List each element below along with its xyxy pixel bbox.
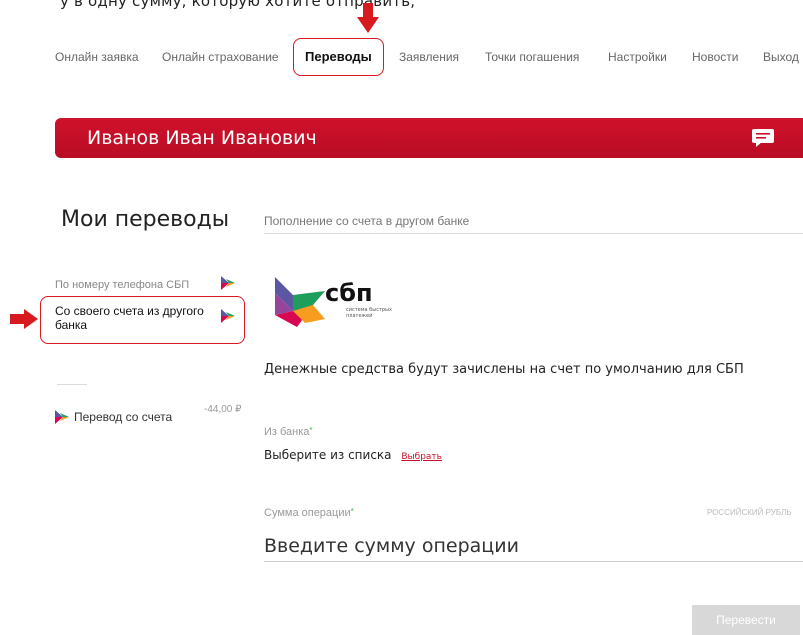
arrow-down-icon bbox=[357, 3, 379, 33]
sbp-icon bbox=[55, 410, 69, 424]
sbp-logo-sub2: платежей bbox=[346, 313, 373, 319]
bank-label: Из банка* bbox=[264, 426, 313, 438]
nav-applications[interactable]: Заявления bbox=[399, 50, 459, 64]
nav-news[interactable]: Новости bbox=[692, 50, 738, 64]
chat-icon[interactable] bbox=[752, 129, 774, 147]
user-name: Иванов Иван Иванович bbox=[87, 127, 317, 149]
arrow-right-icon bbox=[10, 309, 38, 329]
bank-select[interactable]: Выберите из списка Выбрать bbox=[264, 448, 442, 462]
sidebar-item-sbp-phone[interactable]: По номеру телефона СБП bbox=[55, 279, 189, 291]
sbp-logo-subtitle: система быстрых платежей bbox=[346, 307, 392, 319]
sbp-icon bbox=[221, 276, 235, 290]
nav-online-insurance[interactable]: Онлайн страхование bbox=[162, 50, 279, 64]
nav-transfers[interactable]: Переводы bbox=[305, 49, 372, 64]
sbp-logo-icon bbox=[275, 277, 325, 327]
sidebar-item-other-bank[interactable]: Со своего счета из другого банка bbox=[55, 304, 215, 332]
sbp-logo-text: сбп bbox=[325, 279, 373, 307]
amount-underline bbox=[264, 561, 803, 562]
bank-label-text: Из банка bbox=[264, 426, 310, 438]
submit-button[interactable]: Перевести bbox=[692, 605, 800, 635]
amount-input[interactable]: Введите сумму операции bbox=[264, 535, 519, 557]
nav-logout[interactable]: Выход bbox=[763, 50, 799, 64]
section-heading: Пополнение со счета в другом банке bbox=[264, 214, 470, 228]
nav-online-application[interactable]: Онлайн заявка bbox=[55, 50, 139, 64]
amount-label: Сумма операции* bbox=[264, 507, 354, 519]
required-mark: * bbox=[350, 507, 354, 516]
sbp-icon bbox=[221, 309, 235, 323]
user-banner: Иванов Иван Иванович bbox=[55, 118, 803, 158]
amount-label-text: Сумма операции bbox=[264, 507, 351, 519]
required-mark: * bbox=[309, 426, 313, 435]
page-title: Мои переводы bbox=[61, 207, 230, 232]
sidebar-item-label: Со своего счета из другого банка bbox=[55, 304, 204, 332]
nav-settings[interactable]: Настройки bbox=[608, 50, 667, 64]
info-text: Денежные средства будут зачислены на сче… bbox=[264, 362, 744, 377]
nav-payment-points[interactable]: Точки погашения bbox=[485, 50, 579, 64]
bank-select-link[interactable]: Выбрать bbox=[401, 452, 442, 462]
bank-select-placeholder: Выберите из списка bbox=[264, 448, 392, 462]
currency-label: РОССИЙСКИЙ РУБЛЬ bbox=[707, 508, 792, 517]
sidebar-divider bbox=[57, 384, 87, 385]
sidebar-item-label: По номеру телефона СБП bbox=[55, 279, 190, 291]
history-transfer-label[interactable]: Перевод со счета bbox=[74, 410, 172, 424]
history-transfer-amount: -44,00 ₽ bbox=[204, 404, 242, 415]
heading-divider bbox=[264, 233, 803, 234]
